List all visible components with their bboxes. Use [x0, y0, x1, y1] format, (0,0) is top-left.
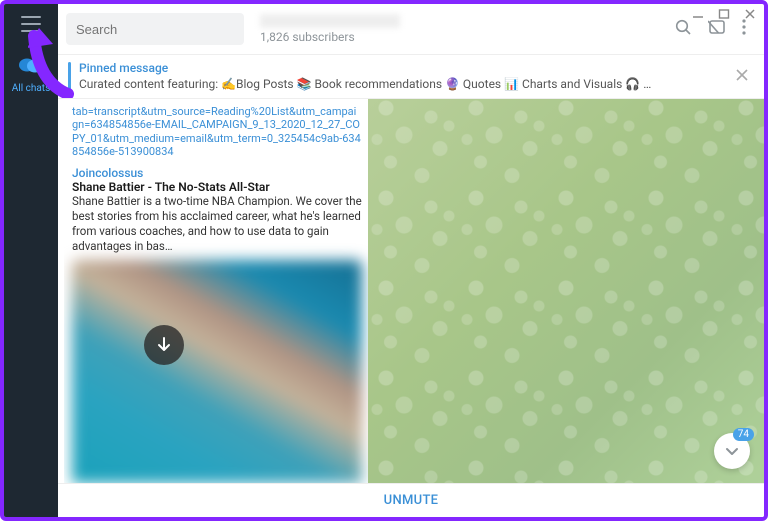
- chat-title-redacted: [260, 14, 400, 28]
- subscriber-count: 1,826 subscribers: [260, 30, 666, 44]
- preview-description: Shane Battier is a two-time NBA Champion…: [72, 194, 362, 254]
- pinned-message[interactable]: Pinned message Curated content featuring…: [58, 54, 764, 99]
- topbar: 1,826 subscribers: [58, 4, 764, 54]
- pinned-indicator: [68, 62, 71, 92]
- search-input[interactable]: [76, 22, 234, 37]
- link-preview[interactable]: Joincolossus Shane Battier - The No-Stat…: [72, 166, 362, 254]
- scroll-to-bottom-button[interactable]: 74: [714, 433, 750, 469]
- search-box[interactable]: [66, 13, 244, 45]
- menu-button[interactable]: [21, 16, 41, 32]
- unmute-button[interactable]: UNMUTE: [384, 493, 439, 508]
- unread-count: 74: [733, 428, 754, 441]
- message-link[interactable]: tab=transcript&utm_source=Reading%20List…: [64, 105, 368, 162]
- side-panel-icon[interactable]: [708, 18, 726, 40]
- sidebar: 5 All chats: [4, 4, 58, 517]
- chat-background: 74: [368, 99, 764, 483]
- chat-header[interactable]: 1,826 subscribers: [252, 14, 666, 44]
- pinned-close-button[interactable]: [732, 69, 752, 85]
- bottom-bar: UNMUTE: [58, 483, 764, 517]
- pinned-body: Curated content featuring: ✍️Blog Posts …: [79, 77, 724, 93]
- minimize-button[interactable]: [692, 8, 704, 20]
- preview-media[interactable]: [72, 260, 362, 483]
- download-media-button[interactable]: [144, 325, 184, 365]
- more-menu-icon[interactable]: [742, 19, 746, 39]
- pinned-title: Pinned message: [79, 61, 724, 77]
- folder-label: All chats: [12, 83, 50, 94]
- chats-icon: 5: [18, 54, 44, 80]
- preview-source: Joincolossus: [72, 166, 362, 180]
- maximize-button[interactable]: [718, 8, 730, 20]
- message-column: tab=transcript&utm_source=Reading%20List…: [58, 99, 368, 483]
- close-button[interactable]: [744, 8, 756, 20]
- folder-all-chats[interactable]: 5 All chats: [12, 54, 50, 94]
- preview-headline: Shane Battier - The No-Stats All-Star: [72, 180, 362, 194]
- svg-text:5: 5: [37, 58, 41, 65]
- search-in-chat-icon[interactable]: [674, 18, 692, 40]
